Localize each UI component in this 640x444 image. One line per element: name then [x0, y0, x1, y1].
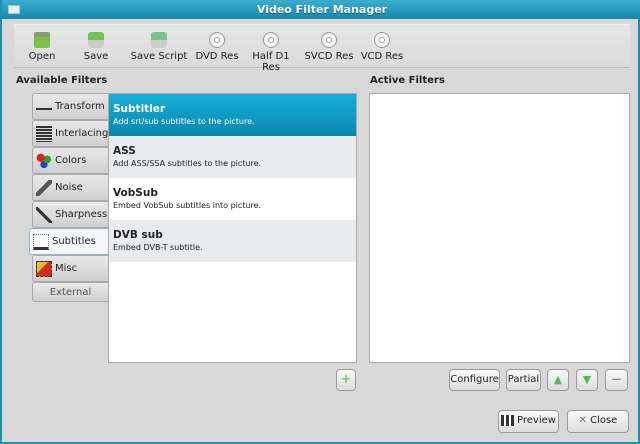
- dvd-res-label: DVD Res: [195, 51, 239, 62]
- window: Video Filter Manager Open Save Save Scri…: [0, 0, 640, 444]
- filter-description: Add srt/sub subtitles to the picture.: [113, 117, 255, 126]
- list-item[interactable]: ASS Add ASS/SSA subtitles to the picture.: [109, 136, 356, 178]
- svcd-res-button[interactable]: SVCD Res: [304, 25, 354, 69]
- list-item[interactable]: VobSub Embed VobSub subtitles into pictur…: [109, 178, 356, 220]
- window-title: Video Filter Manager: [256, 3, 388, 16]
- tab-noise[interactable]: Noise: [32, 174, 108, 201]
- tab-interlacing[interactable]: Interlacing: [32, 120, 108, 147]
- minus-icon: —: [611, 374, 622, 385]
- tab-misc[interactable]: Misc: [32, 255, 108, 282]
- move-down-button[interactable]: ▼: [576, 369, 598, 391]
- partial-button[interactable]: Partial: [506, 369, 541, 391]
- filter-description: Embed VobSub subtitles into picture.: [113, 201, 262, 210]
- filter-description: Embed DVB-T subtitle.: [113, 243, 203, 252]
- dvd-res-button[interactable]: DVD Res: [192, 25, 242, 69]
- close-button[interactable]: ✕ Close: [567, 410, 629, 433]
- filter-name: DVB sub: [113, 229, 163, 241]
- tab-label: External: [49, 287, 92, 298]
- vcd-res-button[interactable]: VCD Res: [359, 25, 405, 69]
- title-bar: Video Filter Manager: [2, 0, 640, 19]
- tab-sharpness[interactable]: Sharpness: [32, 201, 108, 228]
- save-icon: [88, 32, 104, 48]
- misc-icon: [36, 261, 52, 277]
- move-up-button[interactable]: ▲: [547, 369, 569, 391]
- disc-icon: [374, 32, 390, 48]
- disc-icon: [209, 32, 225, 48]
- save-script-button[interactable]: Save Script: [126, 25, 192, 69]
- close-label: Close: [590, 415, 618, 426]
- noise-icon: [36, 180, 52, 196]
- configure-button[interactable]: Configure: [449, 369, 500, 391]
- add-filter-button[interactable]: +: [336, 369, 356, 391]
- active-filters-heading: Active Filters: [370, 75, 445, 86]
- filter-name: ASS: [113, 145, 136, 157]
- save-script-icon: [151, 32, 167, 48]
- close-icon: ✕: [578, 415, 588, 426]
- active-filter-list: [369, 93, 630, 363]
- configure-label: Configure: [450, 374, 499, 385]
- arrow-up-icon: ▲: [553, 373, 563, 386]
- preview-icon: [501, 414, 515, 426]
- preview-button[interactable]: Preview: [498, 410, 559, 433]
- tab-transform[interactable]: Transform: [32, 93, 108, 120]
- tab-label: Sharpness: [55, 209, 108, 220]
- colors-icon: [36, 153, 52, 169]
- tab-label: Colors: [55, 155, 87, 166]
- preview-label: Preview: [517, 415, 556, 426]
- tab-external[interactable]: External: [32, 282, 108, 302]
- interlacing-icon: [36, 126, 52, 142]
- partial-label: Partial: [507, 374, 540, 385]
- sharpness-icon: [36, 207, 52, 223]
- tab-subtitles[interactable]: Subtitles: [29, 228, 109, 255]
- filter-name: VobSub: [113, 187, 158, 199]
- half-d1-res-button[interactable]: Half D1 Res: [243, 25, 299, 73]
- half-d1-res-label: Half D1 Res: [252, 51, 290, 73]
- tab-label: Misc: [55, 263, 78, 274]
- filter-description: Add ASS/SSA subtitles to the picture.: [113, 159, 262, 168]
- arrow-down-icon: ▼: [582, 373, 592, 386]
- tab-label: Noise: [55, 182, 83, 193]
- folder-open-icon: [34, 32, 50, 48]
- plus-icon: +: [340, 372, 352, 387]
- transform-icon: [36, 99, 52, 115]
- save-label: Save: [83, 51, 109, 62]
- vcd-res-label: VCD Res: [360, 51, 404, 62]
- tab-label: Transform: [55, 101, 105, 112]
- open-button[interactable]: Open: [22, 25, 62, 69]
- filter-name: Subtitler: [113, 103, 166, 115]
- tab-label: Subtitles: [52, 236, 96, 247]
- available-filters-heading: Available Filters: [16, 75, 108, 86]
- list-item[interactable]: Subtitler Add srt/sub subtitles to the pi…: [109, 94, 356, 136]
- toolbar: Open Save Save Script DVD Res Half D1 Re…: [14, 24, 630, 73]
- disc-icon: [321, 32, 337, 48]
- subtitles-icon: [33, 234, 49, 250]
- remove-filter-button[interactable]: —: [605, 369, 628, 391]
- window-menu-icon[interactable]: [8, 5, 20, 14]
- tab-label: Interlacing: [55, 128, 109, 139]
- tab-colors[interactable]: Colors: [32, 147, 108, 174]
- list-item[interactable]: DVB sub Embed DVB-T subtitle.: [109, 220, 356, 262]
- save-script-label: Save Script: [130, 51, 188, 62]
- svcd-res-label: SVCD Res: [304, 51, 354, 62]
- save-button[interactable]: Save: [76, 25, 116, 69]
- open-label: Open: [28, 51, 56, 62]
- available-filter-list: Subtitler Add srt/sub subtitles to the pi…: [108, 93, 357, 363]
- disc-icon: [263, 32, 279, 48]
